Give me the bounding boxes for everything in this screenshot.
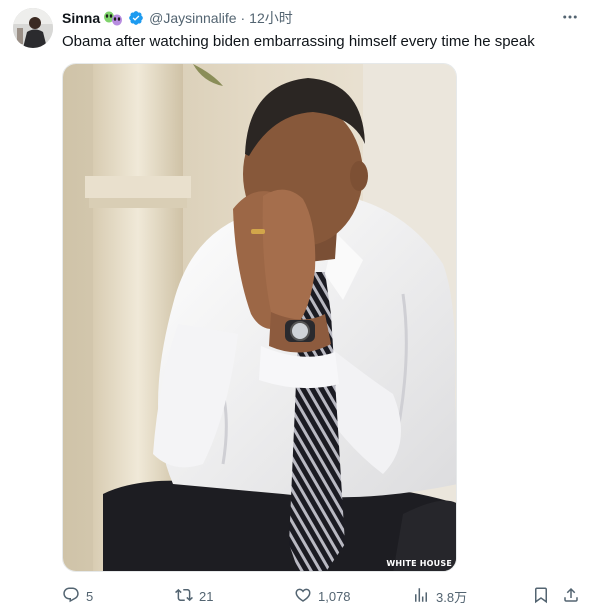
avatar[interactable] [13,8,53,48]
display-name[interactable]: Sinna [62,10,100,26]
like-button[interactable]: 1,078 [294,585,351,607]
timestamp[interactable]: 12小时 [249,8,293,28]
action-bar: 5 21 1,078 3.8万 [62,585,584,607]
tweet[interactable]: Sinna @Jaysinnalife · 12小时 Obama after w… [0,0,595,614]
more-options-icon[interactable] [561,8,579,26]
tweet-header: Sinna @Jaysinnalife · 12小时 [62,8,293,28]
views-count: 3.8万 [436,589,468,605]
heart-icon [294,586,312,607]
like-count: 1,078 [318,588,351,604]
views-button[interactable]: 3.8万 [412,585,467,607]
reply-count: 5 [86,588,94,604]
share-button[interactable] [562,585,580,607]
author-handle[interactable]: @Jaysinnalife [149,10,236,26]
repost-icon [175,586,193,607]
separator-dot: · [240,10,246,26]
bookmark-button[interactable] [532,585,550,607]
reply-button[interactable]: 5 [62,585,93,607]
reply-icon [62,586,80,607]
verified-badge-icon[interactable] [128,10,144,26]
bookmark-icon [532,586,550,607]
tweet-media-photo[interactable]: WHITE HOUSE [62,63,457,572]
tweet-text: Obama after watching biden embarrassing … [62,33,535,50]
alien-faces-emoji-icon [102,10,124,26]
repost-button[interactable]: 21 [175,585,213,607]
repost-count: 21 [199,588,214,604]
share-icon [562,586,580,607]
views-chart-icon [412,586,430,607]
media-watermark: WHITE HOUSE [386,559,452,568]
